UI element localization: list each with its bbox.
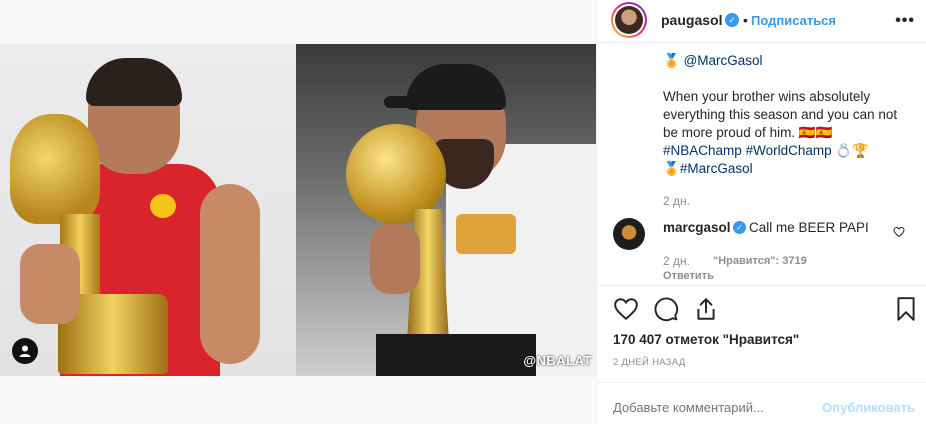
username-link[interactable]: paugasol — [661, 12, 722, 28]
hashtag-link[interactable]: #WorldChamp — [746, 143, 832, 158]
divider — [597, 285, 926, 286]
photo-right-nba-trophy: @NBALAT — [296, 44, 596, 376]
comment-icon — [654, 297, 679, 322]
post-date[interactable]: 2 ДНЕЙ НАЗАД — [613, 357, 686, 368]
verified-icon: ✓ — [733, 221, 746, 234]
avatar[interactable] — [611, 2, 647, 38]
heart-icon — [893, 226, 905, 238]
mention-link[interactable]: @MarcGasol — [684, 53, 763, 68]
comment-avatar[interactable] — [613, 218, 645, 250]
follow-button[interactable]: Подписаться — [751, 13, 836, 28]
photo-left-world-cup — [0, 44, 296, 376]
comment-text: Call me BEER PAPI — [749, 220, 869, 235]
comment-time[interactable]: 2 дн. — [663, 254, 690, 268]
comment-likes[interactable]: "Нравится": 3719 — [713, 255, 807, 267]
medal-emoji: 🏅 — [663, 161, 680, 176]
save-button[interactable] — [893, 296, 919, 322]
comment-button[interactable] — [653, 296, 679, 322]
separator-dot: • — [743, 12, 748, 28]
caption-emojis: 💍🏆 — [835, 143, 869, 158]
user-tag-icon — [19, 345, 31, 357]
divider — [597, 382, 926, 383]
hashtag-link[interactable]: #NBAChamp — [663, 143, 742, 158]
likes-count[interactable]: 170 407 отметок "Нравится" — [613, 332, 799, 347]
caption-time[interactable]: 2 дн. — [663, 194, 690, 208]
watermark: @NBALAT — [523, 353, 592, 368]
caption-text: When your brother wins absolutely everyt… — [663, 89, 898, 140]
reply-button[interactable]: Ответить — [663, 270, 714, 282]
comment-username[interactable]: marcgasol — [663, 220, 731, 235]
verified-icon: ✓ — [725, 13, 739, 27]
heart-icon — [614, 298, 638, 321]
medal-emoji: 🏅 — [663, 53, 680, 68]
post-side-panel: paugasol ✓ • Подписаться ••• 🏅 @MarcGaso… — [596, 0, 926, 424]
share-button[interactable] — [693, 296, 719, 322]
post-image[interactable]: @NBALAT — [0, 44, 596, 376]
comment-like-button[interactable] — [893, 226, 905, 241]
post-header: paugasol ✓ • Подписаться ••• — [597, 0, 926, 43]
bookmark-icon — [897, 297, 915, 321]
comment-input[interactable] — [613, 400, 803, 415]
hashtag-link[interactable]: #MarcGasol — [680, 161, 753, 176]
post-comment-button[interactable]: Опубликовать — [822, 400, 915, 415]
share-icon — [697, 298, 715, 320]
post-caption: 🏅 @MarcGasol When your brother wins abso… — [663, 52, 899, 178]
more-icon[interactable]: ••• — [895, 12, 915, 30]
like-button[interactable] — [613, 296, 639, 322]
user-tag-button[interactable] — [12, 338, 38, 364]
